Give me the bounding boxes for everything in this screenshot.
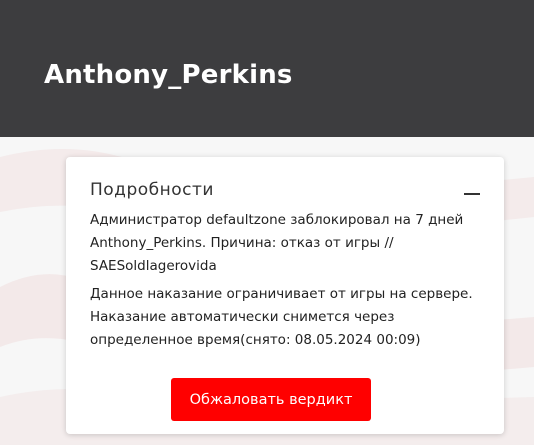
profile-header: Anthony_Perkins: [0, 0, 534, 137]
appeal-verdict-button[interactable]: Обжаловать вердикт: [171, 378, 371, 421]
punishment-info: Данное наказание ограничивает от игры на…: [90, 286, 473, 348]
card-title: Подробности: [90, 180, 214, 200]
minus-icon: [464, 193, 480, 195]
page: Anthony_Perkins Подробности Администрато…: [0, 0, 534, 445]
collapse-button[interactable]: [458, 183, 486, 205]
ban-description: Администратор defaultzone заблокировал н…: [90, 212, 464, 274]
details-card: Подробности Администратор defaultzone за…: [66, 157, 504, 434]
username-title: Anthony_Perkins: [44, 60, 293, 90]
